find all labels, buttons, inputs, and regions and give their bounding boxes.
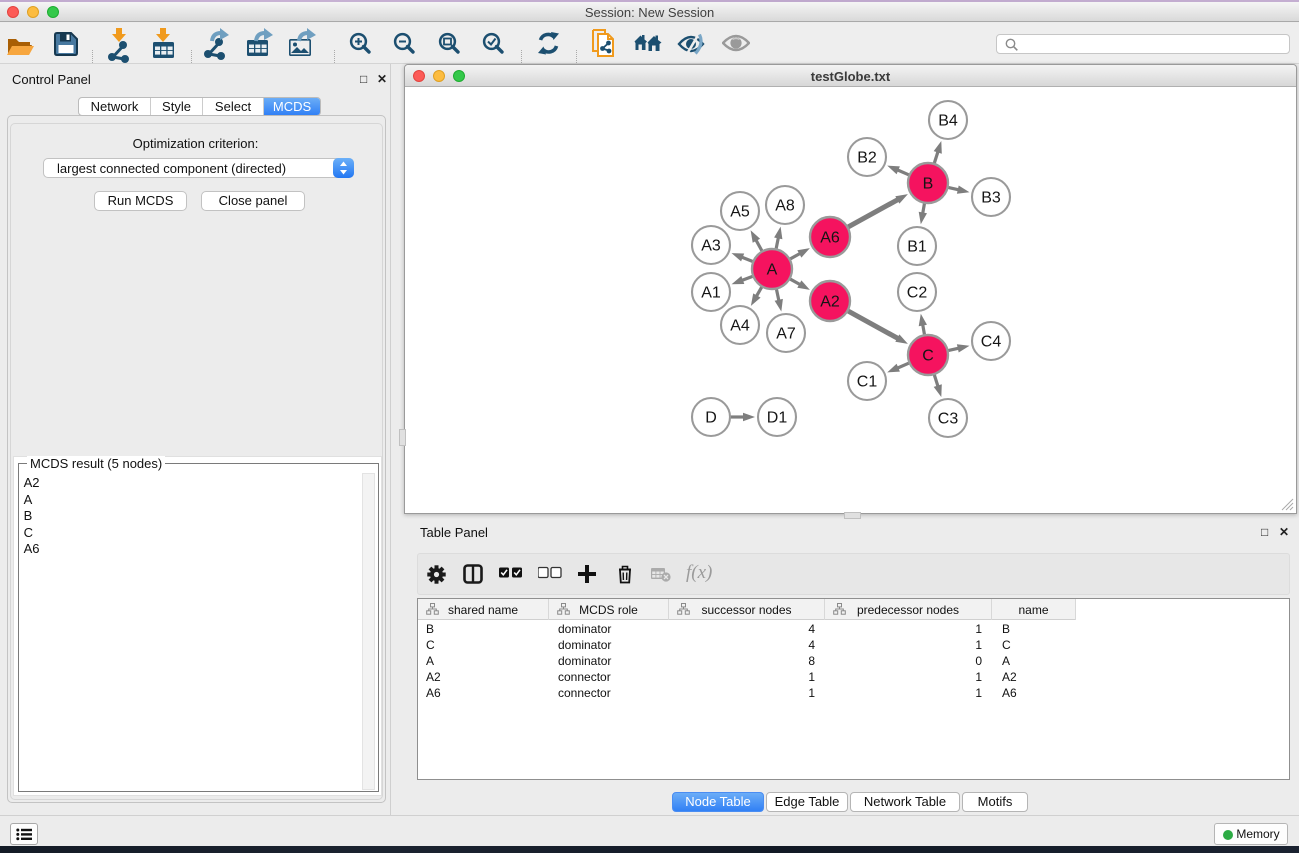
svg-text:A8: A8: [775, 198, 795, 215]
svg-text:B3: B3: [981, 190, 1001, 207]
svg-text:C: C: [922, 348, 934, 365]
svg-text:C2: C2: [907, 285, 928, 302]
svg-text:C1: C1: [857, 374, 878, 391]
svg-text:C4: C4: [981, 334, 1002, 351]
svg-text:B: B: [923, 176, 934, 193]
svg-text:A4: A4: [730, 318, 750, 335]
svg-text:B2: B2: [857, 150, 877, 167]
svg-text:A: A: [767, 262, 778, 279]
svg-text:A1: A1: [701, 285, 721, 302]
svg-text:A7: A7: [776, 326, 796, 343]
svg-text:D: D: [705, 410, 717, 427]
svg-text:B1: B1: [907, 239, 927, 256]
svg-text:A3: A3: [701, 238, 721, 255]
svg-text:C3: C3: [938, 411, 959, 428]
svg-text:A6: A6: [820, 230, 840, 247]
svg-text:B4: B4: [938, 113, 958, 130]
svg-text:D1: D1: [767, 410, 788, 427]
svg-text:A5: A5: [730, 204, 750, 221]
svg-text:A2: A2: [820, 294, 840, 311]
